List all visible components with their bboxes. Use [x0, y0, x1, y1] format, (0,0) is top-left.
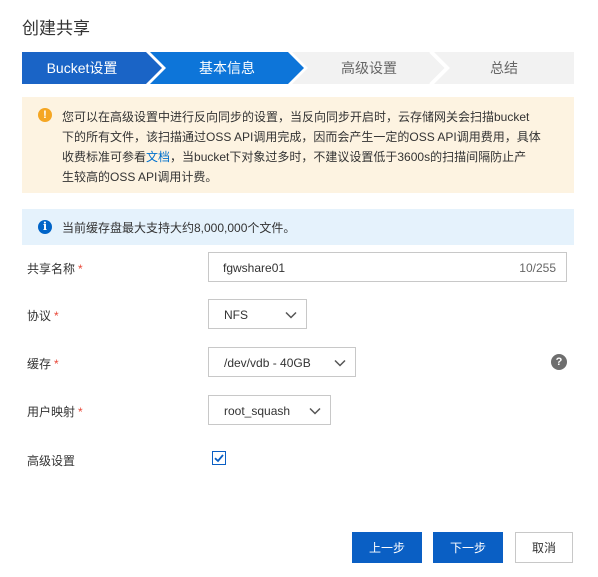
- checkmark-icon: [214, 454, 224, 463]
- share-name-label: 共享名称 *: [27, 260, 83, 277]
- warning-line-3: 收费标准可参看文档，当bucket下对象过多时，不建议设置低于3600s的扫描间…: [62, 147, 562, 167]
- required-mark: *: [78, 405, 83, 419]
- cache-select[interactable]: /dev/vdb - 40GB: [208, 347, 356, 377]
- share-name-label-text: 共享名称: [27, 262, 76, 276]
- share-name-input[interactable]: fgwshare01 10/255: [208, 252, 567, 282]
- share-name-char-count: 10/255: [519, 261, 556, 275]
- chevron-down-icon: [334, 359, 346, 367]
- info-icon: i: [38, 220, 52, 234]
- user-mapping-value: root_squash: [224, 404, 291, 418]
- warning-line-4: 生较高的OSS API调用计费。: [62, 170, 218, 184]
- warning-line-3-before: 收费标准可参看: [62, 150, 147, 164]
- step-wizard: Bucket设置 基本信息 高级设置 总结: [22, 52, 574, 84]
- docs-link[interactable]: 文档: [146, 150, 170, 164]
- step-label: 基本信息: [199, 60, 255, 76]
- cancel-button[interactable]: 取消: [515, 532, 573, 563]
- protocol-label-text: 协议: [27, 309, 52, 323]
- warning-line-3-after: ，当bucket下对象过多时，不建议设置低于3600s的扫描间隔防止产: [170, 150, 527, 164]
- advanced-settings-checkbox[interactable]: [212, 451, 226, 465]
- chevron-down-icon: [285, 311, 297, 319]
- warning-line-2: 下的所有文件，该扫描通过OSS API调用完成，因而会产生一定的OSS API调…: [62, 130, 541, 144]
- required-mark: *: [78, 262, 83, 276]
- prev-button[interactable]: 上一步: [352, 532, 422, 563]
- share-name-value: fgwshare01: [223, 261, 286, 275]
- chevron-down-icon: [309, 407, 321, 415]
- warning-text: 您可以在高级设置中进行反向同步的设置，当反向同步开启时，云存储网关会扫描buck…: [62, 107, 562, 187]
- dialog-title: 创建共享: [22, 19, 90, 38]
- protocol-value: NFS: [224, 308, 248, 322]
- cache-label: 缓存 *: [27, 355, 59, 372]
- advanced-settings-label: 高级设置: [27, 454, 76, 468]
- cache-label-text: 缓存: [27, 357, 52, 371]
- step-label: 高级设置: [341, 60, 397, 76]
- protocol-select[interactable]: NFS: [208, 299, 307, 329]
- step-basic-info[interactable]: 基本信息: [150, 52, 304, 84]
- next-button[interactable]: 下一步: [433, 532, 503, 563]
- user-mapping-select[interactable]: root_squash: [208, 395, 331, 425]
- warning-alert: ! 您可以在高级设置中进行反向同步的设置，当反向同步开启时，云存储网关会扫描bu…: [22, 97, 574, 193]
- step-advanced-settings[interactable]: 高级设置: [292, 52, 446, 84]
- protocol-label: 协议 *: [27, 307, 59, 324]
- step-bucket-settings[interactable]: Bucket设置: [22, 52, 162, 84]
- step-label: Bucket设置: [46, 60, 118, 76]
- info-text: 当前缓存盘最大支持大约8,000,000个文件。: [62, 221, 296, 235]
- user-mapping-label: 用户映射 *: [27, 403, 83, 420]
- required-mark: *: [54, 309, 59, 323]
- user-mapping-label-text: 用户映射: [27, 405, 76, 419]
- step-label: 总结: [490, 60, 518, 76]
- required-mark: *: [54, 357, 59, 371]
- question-icon[interactable]: ?: [551, 354, 567, 370]
- warning-icon: !: [38, 108, 52, 122]
- info-alert: i 当前缓存盘最大支持大约8,000,000个文件。: [22, 209, 574, 245]
- step-summary[interactable]: 总结: [434, 52, 574, 84]
- warning-line-1: 您可以在高级设置中进行反向同步的设置，当反向同步开启时，云存储网关会扫描buck…: [62, 110, 530, 124]
- cache-value: /dev/vdb - 40GB: [224, 356, 311, 370]
